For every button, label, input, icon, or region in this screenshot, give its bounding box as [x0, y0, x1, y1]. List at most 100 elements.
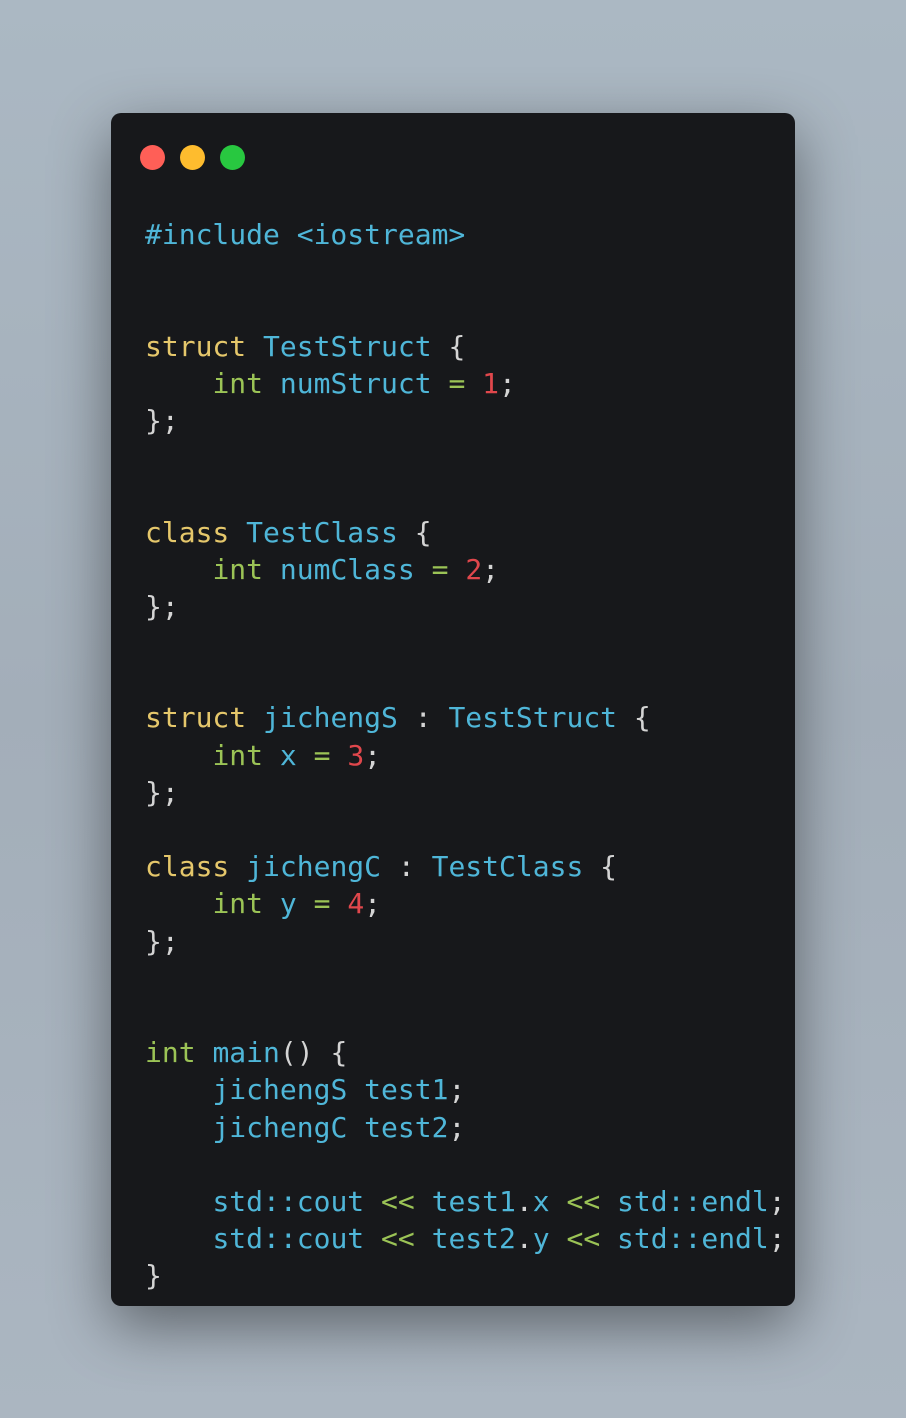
code-token: TestStruct [448, 701, 618, 735]
code-token: . [515, 1184, 533, 1218]
code-token: ; [448, 1073, 466, 1107]
code-line: jichengC test2; [145, 1109, 786, 1146]
code-token: std::endl [617, 1222, 769, 1256]
code-token: std::endl [617, 1184, 769, 1218]
code-token: jichengC [212, 1110, 348, 1144]
code-token: = [431, 552, 449, 586]
code-token: int [212, 738, 264, 772]
close-window-icon[interactable] [140, 145, 165, 170]
code-token: << [566, 1222, 601, 1256]
code-window: #include <iostream> struct TestStruct { i… [111, 113, 795, 1306]
code-token: TestStruct [263, 329, 432, 363]
code-token: 1 [482, 366, 500, 400]
code-line: std::cout << test1.x << std::endl; [145, 1183, 785, 1220]
code-token: std::cout [212, 1222, 365, 1256]
code-line: int main() { [145, 1034, 786, 1071]
code-token: 4 [347, 887, 365, 921]
code-token: numClass [279, 552, 415, 586]
maximize-window-icon[interactable] [220, 145, 245, 170]
code-line: #include <iostream> [145, 216, 786, 253]
code-token: ; [768, 1222, 786, 1256]
code-token: 2 [465, 552, 483, 586]
code-token: struct [145, 329, 247, 363]
code-line: int numClass = 2; [145, 551, 786, 588]
code-token: x [279, 738, 297, 772]
code-token: int [212, 366, 264, 400]
code-token: 3 [347, 738, 365, 772]
code-token: . [515, 1222, 533, 1256]
code-token: jichengS [263, 701, 398, 735]
code-token: std::cout [212, 1184, 365, 1218]
code-token: test2 [364, 1110, 449, 1144]
minimize-window-icon[interactable] [180, 145, 205, 170]
code-token: test1 [364, 1073, 449, 1107]
code-token: #include <iostream> [145, 218, 466, 251]
code-token: int [212, 552, 264, 586]
code-token: main [212, 1036, 280, 1070]
code-token: = [313, 738, 331, 772]
code-token: << [381, 1184, 415, 1218]
code-token: TestClass [246, 515, 398, 549]
code-token: int [212, 887, 264, 921]
code-token: class [145, 515, 230, 549]
code-token: { [617, 701, 651, 735]
code-token: test2 [431, 1222, 516, 1256]
code-token: ; [482, 552, 500, 586]
code-line: int y = 4; [145, 885, 786, 922]
code-token: TestClass [431, 850, 584, 884]
code-token: }; [145, 924, 179, 958]
code-token: ; [364, 738, 382, 772]
code-token: numStruct [279, 366, 432, 400]
code-token: y [532, 1222, 550, 1256]
code-line: class TestClass { [145, 514, 786, 551]
code-token: } [145, 1259, 162, 1293]
code-line: int numStruct = 1; [145, 365, 786, 402]
code-block: #include <iostream> struct TestStruct { i… [145, 216, 786, 1294]
code-line: }; [145, 402, 786, 439]
code-token: { [583, 850, 618, 884]
code-line: std::cout << test2.y << std::endl; [145, 1220, 786, 1257]
code-token: ; [448, 1110, 466, 1144]
code-line: jichengS test1; [145, 1071, 786, 1108]
code-token: int [145, 1036, 196, 1070]
code-line: int x = 3; [145, 737, 786, 774]
code-token: { [431, 329, 466, 363]
code-line: } [145, 1257, 786, 1294]
